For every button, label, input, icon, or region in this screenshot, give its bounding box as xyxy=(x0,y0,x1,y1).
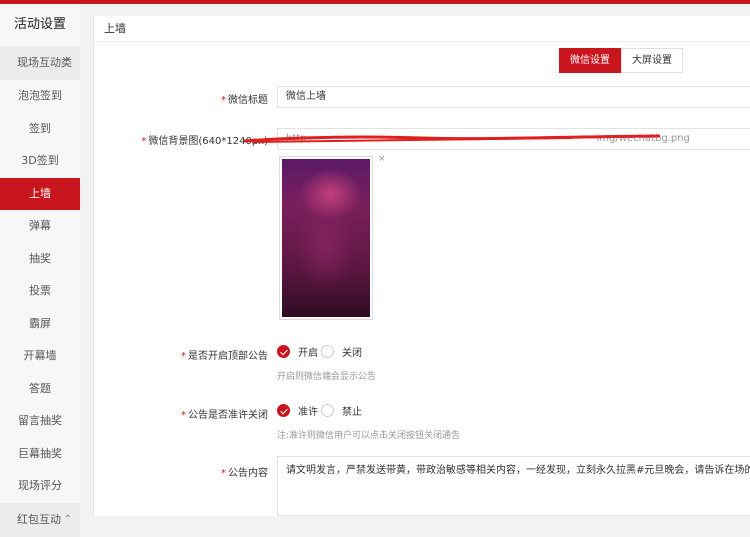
wechat-bg-label: * 微信背景图(640*1240px) xyxy=(141,136,268,147)
top-notice-label: * 是否开启顶部公告 xyxy=(181,351,268,362)
top-accent-bar xyxy=(0,0,750,4)
settings-tab-group: 微信设置 大屏设置 xyxy=(559,48,683,73)
wechat-bg-thumbnail[interactable] xyxy=(279,156,373,320)
sidebar-item-wall[interactable]: 上墙 xyxy=(0,177,80,210)
chevron-up-icon: ⌃ xyxy=(63,57,72,68)
tab-bigscreen-settings[interactable]: 大屏设置 xyxy=(621,48,683,73)
sidebar-item-screen-takeover[interactable]: 霸屏 xyxy=(0,308,80,341)
wechat-title-input[interactable]: 微信上墙 xyxy=(277,86,750,108)
sidebar-item-checkin[interactable]: 签到 xyxy=(0,113,80,146)
radio-unchecked-icon xyxy=(321,345,334,358)
close-notice-hint: 注:准许则微信用户可以点击关闭按钮关闭通告 xyxy=(277,431,461,441)
settings-panel: 上墙 微信设置 大屏设置 * 微信标题 微信上墙 * 微信背景图(640*1240p… xyxy=(93,16,750,516)
sidebar-item-3d-checkin[interactable]: 3D签到 xyxy=(0,145,80,178)
notice-content-label: * 公告内容 xyxy=(221,468,268,479)
radio-checked-icon xyxy=(277,345,290,358)
bg-preview-image xyxy=(282,159,370,317)
remove-image-icon[interactable]: × xyxy=(378,154,386,164)
sidebar-group-label: 红包互动 xyxy=(17,512,61,526)
sidebar-item-quiz[interactable]: 答题 xyxy=(0,373,80,406)
sidebar: 活动设置 现场互动类 ⌃ 泡泡签到 签到 3D签到 上墙 弹幕 抽奖 投票 霸屏… xyxy=(0,4,80,537)
sidebar-item-message-lottery[interactable]: 留言抽奖 xyxy=(0,405,80,438)
sidebar-item-giant-lottery[interactable]: 巨幕抽奖 xyxy=(0,438,80,471)
radio-checked-icon xyxy=(277,404,290,417)
sidebar-item-danmaku[interactable]: 弹幕 xyxy=(0,210,80,243)
redaction-scribble xyxy=(243,134,661,143)
close-notice-label: * 公告是否准许关闭 xyxy=(181,410,268,421)
top-notice-hint: 开启则微信端会显示公告 xyxy=(277,372,377,382)
tab-wechat-settings[interactable]: 微信设置 xyxy=(559,48,621,73)
sidebar-item-opening-wall[interactable]: 开幕墙 xyxy=(0,340,80,373)
top-notice-on-radio[interactable]: 开启 xyxy=(277,344,318,359)
sidebar-item-live-rating[interactable]: 现场评分 xyxy=(0,470,80,503)
sidebar-item-lottery[interactable]: 抽奖 xyxy=(0,243,80,276)
notice-content-textarea[interactable]: 请文明发言，严禁发送带黄，带政治敏感等相关内容，一经发现，立刻永久拉黑#元旦晚会… xyxy=(277,456,750,516)
close-notice-allow-radio[interactable]: 准许 xyxy=(277,403,318,418)
panel-title: 上墙 xyxy=(94,16,750,42)
sidebar-item-vote[interactable]: 投票 xyxy=(0,275,80,308)
sidebar-group-red-packet[interactable]: 红包互动 ⌃ xyxy=(0,502,80,537)
top-notice-off-radio[interactable]: 关闭 xyxy=(321,344,362,359)
sidebar-title: 活动设置 xyxy=(13,17,66,32)
radio-unchecked-icon xyxy=(321,404,334,417)
wechat-title-label: * 微信标题 xyxy=(221,95,268,106)
sidebar-group-live-interaction[interactable]: 现场互动类 ⌃ xyxy=(0,46,80,80)
sidebar-item-bubble-checkin[interactable]: 泡泡签到 xyxy=(0,80,80,113)
close-notice-deny-radio[interactable]: 禁止 xyxy=(321,403,362,418)
chevron-up-icon: ⌃ xyxy=(63,513,72,525)
